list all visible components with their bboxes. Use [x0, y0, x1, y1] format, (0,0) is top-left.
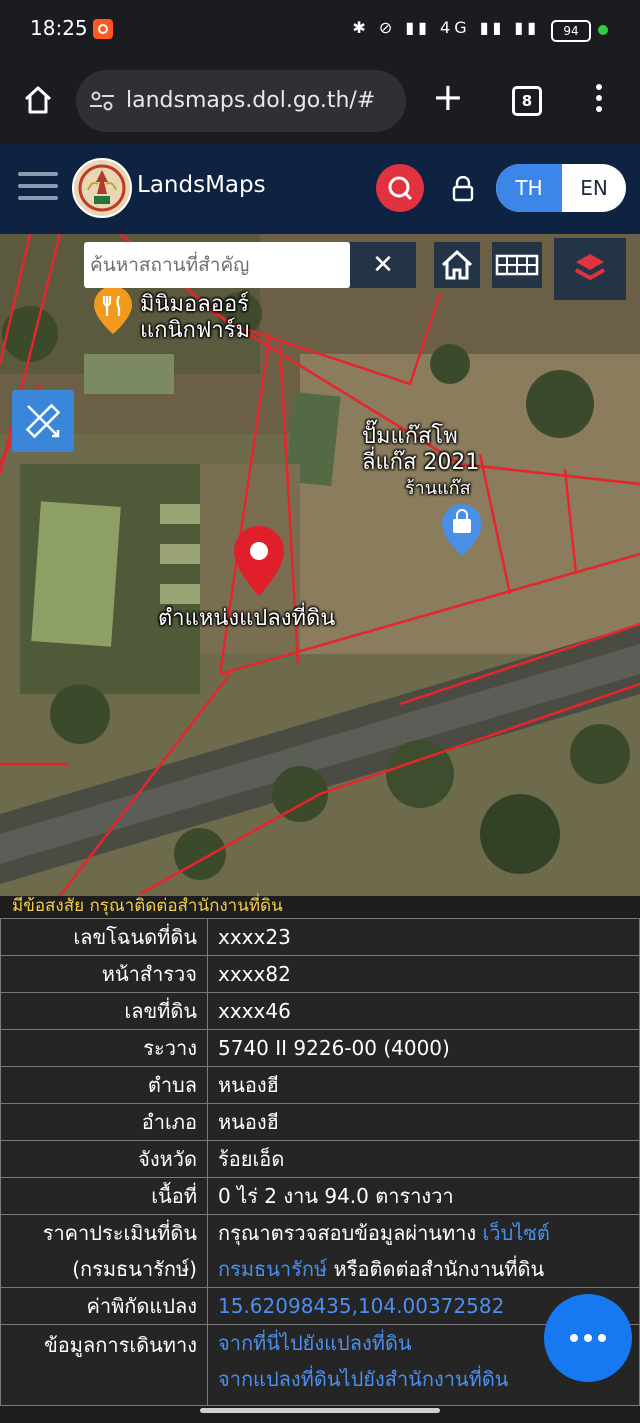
- address-bar[interactable]: landsmaps.dol.go.th/#: [76, 70, 406, 132]
- hamburger-menu-icon[interactable]: [18, 172, 58, 208]
- price-key-line2: (กรมธนารักษ์): [72, 1257, 197, 1281]
- directions-to-parcel-link[interactable]: จากที่นี่ไปยังแปลงที่ดิน: [218, 1331, 412, 1355]
- contact-notice: มีข้อสงสัย กรุณาติดต่อสำนักงานที่ดิน: [0, 896, 640, 918]
- status-time: 18:25: [30, 16, 88, 40]
- lang-en-option[interactable]: EN: [562, 164, 626, 212]
- table-row: อำเภอ หนองฮี: [0, 1103, 640, 1141]
- row-key: เนื้อที่: [0, 1177, 208, 1215]
- treasury-link[interactable]: กรมธนารักษ์: [218, 1257, 327, 1281]
- lang-th-option[interactable]: TH: [496, 164, 562, 212]
- signal-icons: ✱ ⊘ ▮▮ 4G ▮▮ ▮▮: [352, 18, 540, 37]
- row-key: ตำบล: [0, 1066, 208, 1104]
- table-row: หน้าสำรวจ xxxx82: [0, 955, 640, 993]
- row-key: ราคาประเมินที่ดิน (กรมธนารักษ์): [0, 1214, 208, 1288]
- row-value: xxxx23: [207, 918, 640, 956]
- measure-tool-button[interactable]: [12, 390, 74, 452]
- more-dots-icon: [598, 1334, 606, 1342]
- dol-logo: [72, 158, 132, 218]
- table-row: ระวาง 5740 II 9226-00 (4000): [0, 1029, 640, 1067]
- table-row: เลขที่ดิน xxxx46: [0, 992, 640, 1030]
- more-dots-icon: [584, 1334, 592, 1342]
- table-row: เนื้อที่ 0 ไร่ 2 งาน 94.0 ตารางวา: [0, 1177, 640, 1215]
- row-value: 0 ไร่ 2 งาน 94.0 ตารางวา: [207, 1177, 640, 1215]
- row-value: ร้อยเอ็ด: [207, 1140, 640, 1178]
- table-row: จังหวัด ร้อยเอ็ด: [0, 1140, 640, 1178]
- poi-shop-sublabel: ร้านแก๊ส: [405, 478, 471, 499]
- price-value-suffix: หรือติดต่อสำนักงานที่ดิน: [333, 1257, 545, 1281]
- price-key-line1: ราคาประเมินที่ดิน: [42, 1221, 197, 1245]
- row-key: อำเภอ: [0, 1103, 208, 1141]
- directions-to-office-link[interactable]: จากแปลงที่ดินไปยังสำนักงานที่ดิน: [218, 1367, 508, 1391]
- browser-toolbar: landsmaps.dol.go.th/# + 8: [0, 62, 640, 144]
- coordinates-link[interactable]: 15.62098435,104.00372582: [218, 1294, 504, 1318]
- app-title: LandsMaps: [137, 172, 266, 198]
- search-icon: [388, 176, 413, 201]
- place-search-box: [84, 242, 350, 288]
- gesture-bar: [200, 1408, 440, 1413]
- site-settings-icon[interactable]: [90, 90, 114, 112]
- url-text: landsmaps.dol.go.th/#: [126, 88, 376, 113]
- language-toggle[interactable]: TH EN: [496, 164, 626, 212]
- shop-poi-icon[interactable]: [440, 502, 484, 558]
- row-key: ข้อมูลการเดินทาง: [0, 1324, 208, 1406]
- table-row-price: ราคาประเมินที่ดิน (กรมธนารักษ์) กรุณาตรว…: [0, 1214, 640, 1288]
- grid-icon: [495, 254, 539, 276]
- map-home-button[interactable]: [434, 242, 480, 288]
- price-value-prefix: กรุณาตรวจสอบข้อมูลผ่านทาง: [218, 1221, 477, 1245]
- more-dots-icon: [570, 1334, 578, 1342]
- row-value: หนองฮี: [207, 1103, 640, 1141]
- lock-icon[interactable]: [452, 176, 474, 202]
- layers-icon: [575, 254, 605, 281]
- battery-icon: 94: [551, 20, 591, 42]
- grid-toggle-button[interactable]: [492, 242, 542, 288]
- map-view[interactable]: มินิมอลออร์ แกนิกฟาร์ม ปั๊มแก๊สโพ ลี่แก๊…: [0, 234, 640, 896]
- parcel-location-pin-icon[interactable]: [232, 524, 286, 598]
- website-link[interactable]: เว็บไซต์: [483, 1221, 550, 1245]
- row-key: เลขโฉนดที่ดิน: [0, 918, 208, 956]
- row-key: เลขที่ดิน: [0, 992, 208, 1030]
- more-options-fab[interactable]: [544, 1294, 632, 1382]
- table-row: ตำบล หนองฮี: [0, 1066, 640, 1104]
- row-value: xxxx82: [207, 955, 640, 993]
- privacy-dot-icon: [598, 25, 608, 35]
- row-key: หน้าสำรวจ: [0, 955, 208, 993]
- ruler-pencil-icon: [25, 403, 61, 439]
- restaurant-poi-icon[interactable]: [92, 284, 134, 336]
- layers-button[interactable]: [554, 238, 626, 300]
- poi-shop-label: ปั๊มแก๊สโพ ลี่แก๊ส 2021: [362, 424, 480, 475]
- row-key: ระวาง: [0, 1029, 208, 1067]
- poi-restaurant-label: มินิมอลออร์ แกนิกฟาร์ม: [140, 292, 251, 343]
- clear-search-button[interactable]: ✕: [350, 242, 416, 288]
- status-bar: 18:25 ✱ ⊘ ▮▮ 4G ▮▮ ▮▮ 94: [0, 0, 640, 62]
- row-value: กรุณาตรวจสอบข้อมูลผ่านทาง เว็บไซต์ กรมธน…: [207, 1214, 640, 1288]
- row-value: 5740 II 9226-00 (4000): [207, 1029, 640, 1067]
- table-row-coords: ค่าพิกัดแปลง 15.62098435,104.00372582: [0, 1287, 640, 1325]
- notification-icon: [93, 19, 113, 39]
- house-icon: [441, 249, 473, 280]
- table-row: เลขโฉนดที่ดิน xxxx23: [0, 918, 640, 956]
- row-value: หนองฮี: [207, 1066, 640, 1104]
- parcel-position-label: ตำแหน่งแปลงที่ดิน: [158, 606, 336, 631]
- browser-menu-icon[interactable]: [596, 84, 602, 117]
- search-button[interactable]: [376, 164, 424, 212]
- app-header: LandsMaps TH EN: [0, 144, 640, 234]
- tab-switcher-button[interactable]: 8: [512, 86, 542, 116]
- row-value: xxxx46: [207, 992, 640, 1030]
- place-search-input[interactable]: [84, 242, 342, 288]
- row-key: จังหวัด: [0, 1140, 208, 1178]
- new-tab-button[interactable]: +: [432, 78, 464, 116]
- home-icon[interactable]: [22, 84, 54, 116]
- row-key: ค่าพิกัดแปลง: [0, 1287, 208, 1325]
